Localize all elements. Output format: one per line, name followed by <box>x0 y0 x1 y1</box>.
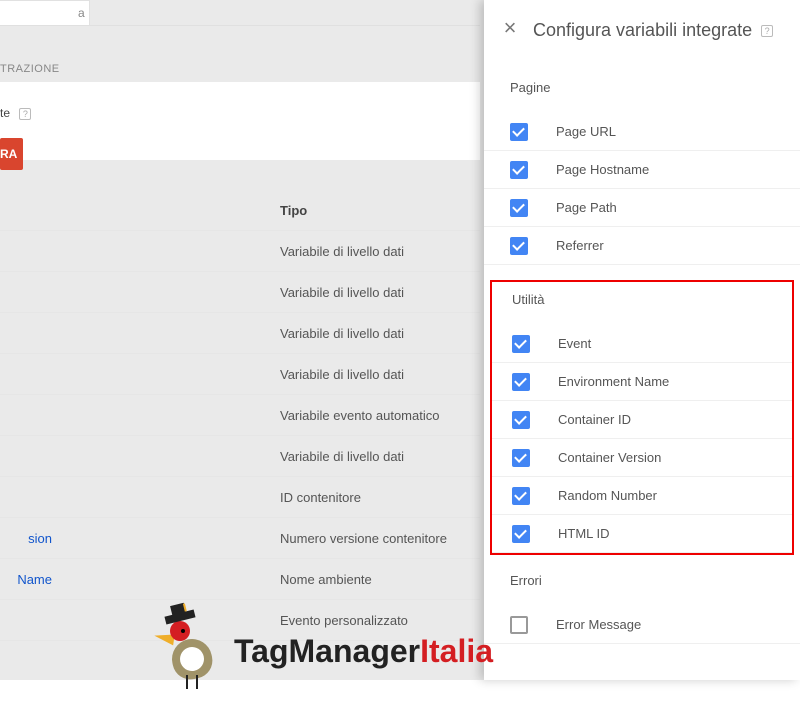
checkbox-label: Container ID <box>558 412 631 427</box>
close-icon[interactable]: × <box>499 19 521 41</box>
checkbox-row[interactable]: Page URL <box>484 113 800 151</box>
section-pagine: Pagine Page URL Page Hostname Page Path Refe… <box>484 80 800 265</box>
checkbox[interactable] <box>510 123 528 141</box>
table-header-row: Tipo <box>0 190 480 231</box>
variable-name-link[interactable]: Name <box>0 572 56 587</box>
checkbox-row[interactable]: Random Number <box>492 477 792 515</box>
table-row[interactable]: Variabile di livello dati <box>0 231 480 272</box>
variable-type: ID contenitore <box>56 490 476 505</box>
help-icon[interactable]: ? <box>761 25 773 37</box>
table-row[interactable]: Variabile di livello dati <box>0 354 480 395</box>
woodpecker-icon <box>158 609 234 693</box>
checkbox-label: Referrer <box>556 238 604 253</box>
variable-name-link[interactable]: sion <box>0 531 56 546</box>
table-row[interactable]: ID contenitore <box>0 477 480 518</box>
help-icon[interactable]: ? <box>19 108 31 120</box>
checkbox-row[interactable]: Referrer <box>484 227 800 265</box>
checkbox-label: Error Message <box>556 617 641 632</box>
panel-header: × Configura variabili integrate ? <box>484 0 800 60</box>
checkbox-row[interactable]: Error Message <box>484 606 800 644</box>
variable-type: Variabile di livello dati <box>56 285 476 300</box>
checkbox-label: Page Path <box>556 200 617 215</box>
configure-builtin-variables-panel: × Configura variabili integrate ? Pagine… <box>484 0 800 680</box>
variables-table: Tipo Variabile di livello dati Variabile … <box>0 190 480 641</box>
checkbox-label: HTML ID <box>558 526 610 541</box>
checkbox-label: Environment Name <box>558 374 669 389</box>
checkbox[interactable] <box>510 199 528 217</box>
table-row[interactable]: NameNome ambiente <box>0 559 480 600</box>
logo-text-1: TagManager <box>234 633 420 670</box>
checkbox-row[interactable]: Event <box>492 325 792 363</box>
checkbox-row[interactable]: Environment Name <box>492 363 792 401</box>
variable-type: Variabile di livello dati <box>56 449 476 464</box>
table-row[interactable]: Variabile di livello dati <box>0 272 480 313</box>
section-title: Pagine <box>484 80 800 95</box>
white-block <box>0 82 480 160</box>
checkbox-label: Page URL <box>556 124 616 139</box>
section-utilità: Utilità Event Environment Name Container ID… <box>490 280 794 555</box>
checkbox-row[interactable]: Container Version <box>492 439 792 477</box>
variable-type: Variabile evento automatico <box>56 408 476 423</box>
checkbox-label: Container Version <box>558 450 661 465</box>
panel-title-text: Configura variabili integrate <box>533 20 752 40</box>
checkbox-label: Page Hostname <box>556 162 649 177</box>
subtitle-text: te <box>0 106 10 120</box>
table-row[interactable]: Variabile evento automatico <box>0 395 480 436</box>
nav-label-fragment: TRAZIONE <box>0 63 60 75</box>
variable-type: Variabile di livello dati <box>56 244 476 259</box>
checkbox[interactable] <box>510 161 528 179</box>
table-header-tipo: Tipo <box>56 203 476 218</box>
checkbox[interactable] <box>512 335 530 353</box>
checkbox[interactable] <box>512 373 530 391</box>
background-panel: a TRAZIONE te ? RA Tipo Variabile di liv… <box>0 0 484 680</box>
variable-type: Variabile di livello dati <box>56 367 476 382</box>
section-title: Errori <box>484 573 800 588</box>
table-row[interactable]: Variabile di livello dati <box>0 436 480 477</box>
table-row[interactable]: sionNumero versione contenitore <box>0 518 480 559</box>
partial-tab: a <box>0 0 90 25</box>
checkbox[interactable] <box>512 525 530 543</box>
checkbox-label: Random Number <box>558 488 657 503</box>
checkbox-row[interactable]: Page Path <box>484 189 800 227</box>
checkbox-row[interactable]: HTML ID <box>492 515 792 553</box>
checkbox[interactable] <box>512 449 530 467</box>
panel-title: Configura variabili integrate ? <box>533 20 773 41</box>
variable-type: Variabile di livello dati <box>56 326 476 341</box>
page-subtitle-fragment: te ? <box>0 106 31 120</box>
checkbox[interactable] <box>510 237 528 255</box>
checkbox-row[interactable]: Page Hostname <box>484 151 800 189</box>
variable-type: Nome ambiente <box>56 572 476 587</box>
checkbox[interactable] <box>512 411 530 429</box>
checkbox[interactable] <box>510 616 528 634</box>
tagmanageritalia-logo: TagManagerItalia <box>158 609 493 693</box>
checkbox[interactable] <box>512 487 530 505</box>
checkbox-label: Event <box>558 336 591 351</box>
table-row[interactable]: Variabile di livello dati <box>0 313 480 354</box>
logo-text-2: Italia <box>420 633 493 670</box>
variable-type: Numero versione contenitore <box>56 531 476 546</box>
primary-button-fragment[interactable]: RA <box>0 138 23 170</box>
divider <box>0 25 480 26</box>
section-title: Utilità <box>492 292 792 307</box>
checkbox-row[interactable]: Container ID <box>492 401 792 439</box>
section-errori: Errori Error Message <box>484 573 800 644</box>
